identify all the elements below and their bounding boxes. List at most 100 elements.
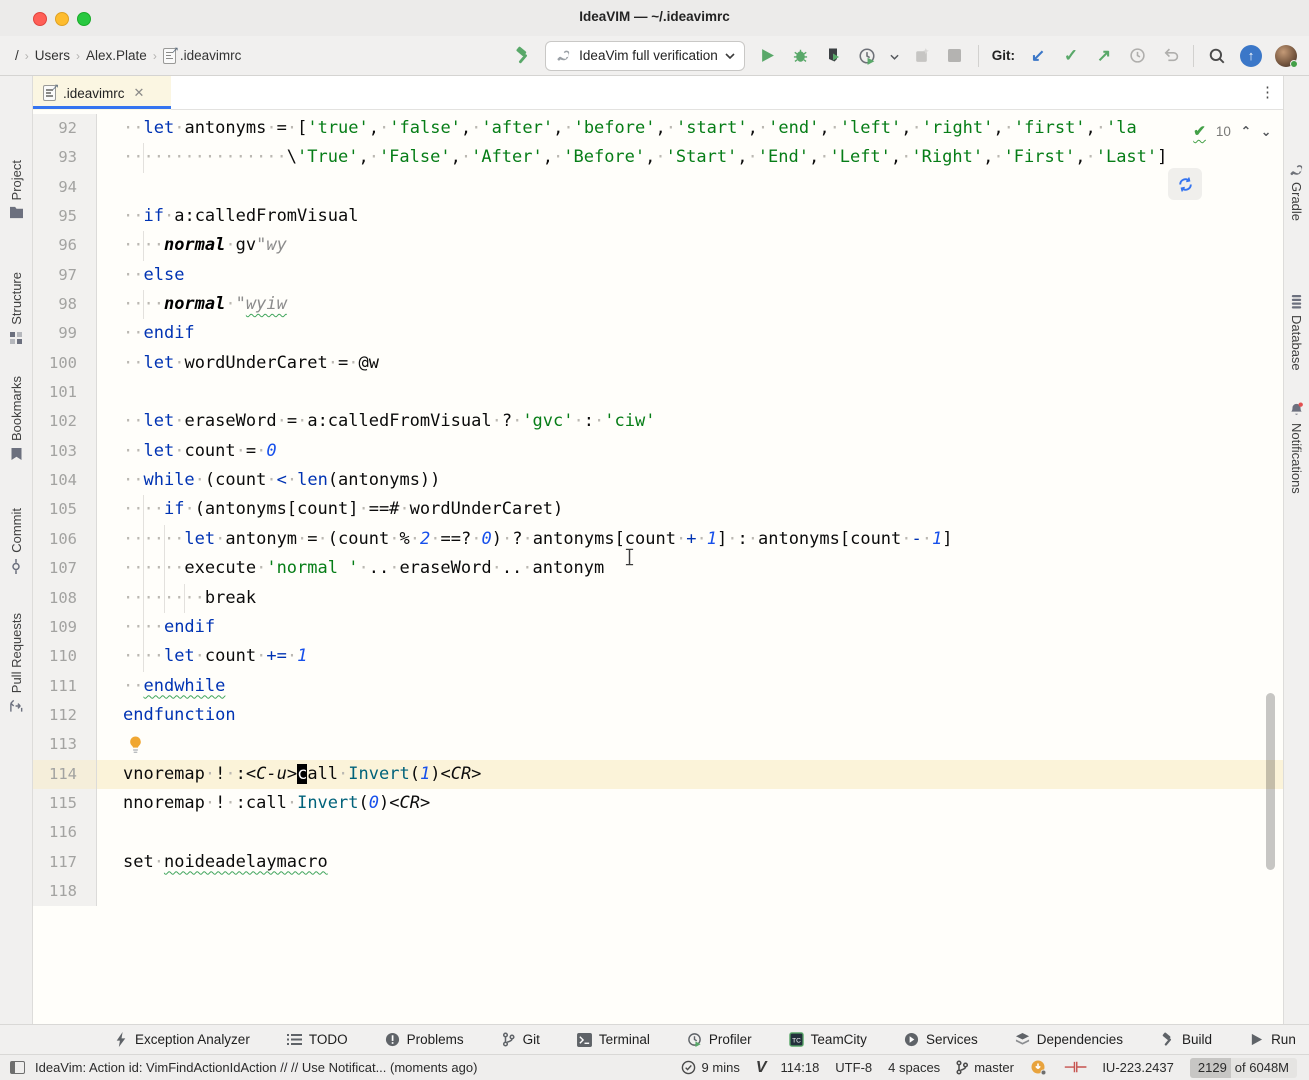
run-configuration-select[interactable]: IdeaVim full verification (545, 40, 745, 71)
breadcrumb-user-dir[interactable]: Alex.Plate (86, 48, 147, 63)
git-branch-widget[interactable]: master (956, 1060, 1014, 1075)
breadcrumb-users[interactable]: Users (35, 48, 70, 63)
code-line[interactable]: 105 ····if·(antonyms[count]·==#·wordUnder… (33, 495, 1283, 525)
code-line[interactable]: 111 ··endwhile (33, 671, 1283, 701)
layout-panels-icon[interactable] (10, 1061, 25, 1074)
code-token: ] (1157, 147, 1168, 168)
sync-status-icon[interactable] (1030, 1060, 1048, 1075)
sidebar-item-notifications[interactable]: Notifications (1284, 402, 1309, 494)
toolwindow-git[interactable]: Git (500, 1031, 540, 1048)
code-line[interactable]: 118 (33, 876, 1283, 907)
close-tab-icon[interactable]: ✕ (134, 85, 145, 101)
time-tracker-widget[interactable]: 9 mins (681, 1060, 740, 1075)
code-line[interactable]: 95 ··if·a:calledFromVisual (33, 202, 1283, 232)
history-button[interactable] (1127, 46, 1147, 66)
code-line[interactable]: 94 (33, 172, 1283, 203)
code-line[interactable]: 98 ····normal·"wyiw (33, 290, 1283, 320)
editor[interactable]: 92 ··let·antonyms·=·['true',·'false',·'af… (33, 110, 1283, 1024)
code-token: ! (215, 763, 226, 784)
code-line[interactable]: 104 ··while·(count·<·len(antonyms)) (33, 466, 1283, 496)
sidebar-item-database[interactable]: Database (1284, 294, 1309, 371)
code-line[interactable]: 100 ··let·wordUnderCaret·=·@w (33, 348, 1283, 379)
run-button[interactable] (758, 46, 778, 66)
line-number: 102 (33, 407, 97, 437)
code-line[interactable]: 109 ····endif (33, 612, 1283, 643)
toolwindow-todo[interactable]: TODO (286, 1031, 348, 1048)
online-status-dot (1290, 59, 1298, 68)
breadcrumb-root[interactable]: / (15, 48, 19, 63)
indent-guide (143, 612, 145, 643)
code-line[interactable]: 116 (33, 818, 1283, 848)
code-line[interactable]: 114 vnoremap·!·:<C-u>call·Invert(1)<CR> (33, 759, 1283, 789)
next-problem-chevron-icon[interactable]: ⌃ (1261, 124, 1271, 138)
code-line[interactable]: 117 set·noideadelaymacro (33, 847, 1283, 877)
intention-bulb-icon[interactable] (127, 735, 145, 755)
run-with-coverage-button[interactable] (824, 46, 844, 66)
ideavim-plugin-icon[interactable]: ⊣⊢ (1064, 1059, 1087, 1076)
code-line[interactable]: 107 ······execute·'normal '·..·eraseWord·… (33, 554, 1283, 584)
toolwindow-teamcity[interactable]: TC TeamCity (788, 1031, 867, 1048)
code-line[interactable]: 93 ················\'True',·'False',·'Aft… (33, 143, 1283, 173)
inspections-widget[interactable]: ✔ 10 ⌃ ⌃ (1185, 117, 1271, 145)
sidebar-item-commit[interactable]: Commit (0, 508, 32, 574)
code-line[interactable]: 92 ··let·antonyms·=·['true',·'false',·'af… (33, 114, 1283, 144)
sidebar-item-structure[interactable]: Structure (0, 272, 32, 345)
sidebar-item-bookmarks[interactable]: Bookmarks (0, 376, 32, 461)
encoding-widget[interactable]: UTF-8 (835, 1060, 872, 1075)
code-line[interactable]: 115 nnoremap·!·:call·Invert(0)<CR> (33, 788, 1283, 819)
git-push-button[interactable]: ↗ (1094, 46, 1114, 66)
vertical-scrollbar-thumb[interactable] (1266, 693, 1275, 870)
indent-guide (163, 524, 165, 555)
git-update-button[interactable]: ↙ (1028, 46, 1048, 66)
code-token: else (143, 264, 185, 285)
memory-indicator[interactable]: 2129 of 6048M (1189, 1057, 1297, 1078)
avatar[interactable] (1275, 44, 1298, 68)
code-line[interactable]: 112 endfunction (33, 700, 1283, 731)
caret-position-widget[interactable]: V 114:18 (756, 1059, 819, 1077)
toolwindow-terminal[interactable]: Terminal (576, 1031, 650, 1048)
sidebar-item-gradle[interactable]: Gradle (1284, 164, 1309, 221)
indent-widget[interactable]: 4 spaces (888, 1060, 940, 1075)
code-line[interactable]: 108 ········break (33, 583, 1283, 613)
toolwindow-build[interactable]: Build (1159, 1031, 1212, 1048)
toolwindow-run[interactable]: Run (1248, 1031, 1296, 1048)
profiler-button[interactable] (857, 46, 877, 66)
code-token: endif (163, 616, 216, 637)
code-line[interactable]: 101 (33, 378, 1283, 408)
code-line[interactable]: 97 ··else (33, 260, 1283, 291)
tab-options-kebab-icon[interactable]: ⋮ (1260, 83, 1275, 101)
code-line[interactable]: 99 ··endif (33, 319, 1283, 349)
code-line[interactable]: 96 ····normal·gv"wy (33, 231, 1283, 261)
toolwindow-exception-analyzer[interactable]: Exception Analyzer (112, 1031, 250, 1048)
code-line[interactable]: 102 ··let·eraseWord·=·a:calledFromVisual·… (33, 407, 1283, 437)
code-line[interactable]: 106 ······let·antonym·=·(count·%·2·==?·0)… (33, 524, 1283, 555)
toolwindow-dependencies[interactable]: Dependencies (1014, 1031, 1123, 1048)
indent-guide (143, 143, 145, 173)
sidebar-item-project[interactable]: Project (0, 160, 32, 219)
code-line[interactable]: 110 ····let·count·+=·1 (33, 642, 1283, 672)
git-commit-button[interactable]: ✓ (1061, 46, 1081, 66)
rollback-button[interactable] (1160, 46, 1180, 66)
reload-file-button[interactable] (1168, 168, 1202, 200)
ide-update-icon[interactable]: ↑ (1240, 44, 1262, 67)
build-hammer-icon[interactable] (512, 46, 532, 66)
toolwindow-profiler[interactable]: Profiler (686, 1031, 752, 1048)
debug-button[interactable] (791, 46, 811, 66)
code-line[interactable]: 113 (33, 730, 1283, 760)
code-token: 1 (706, 528, 717, 549)
code-line[interactable]: 103 ··let·count·=·0 (33, 436, 1283, 467)
tab-ideavimrc[interactable]: ↗ .ideavimrc ✕ (33, 76, 171, 110)
sidebar-item-pull-requests[interactable]: Pull Requests (0, 613, 32, 713)
profiler-dropdown-icon[interactable] (890, 47, 899, 65)
tab-label: .ideavimrc (63, 85, 125, 101)
code-token: , (890, 147, 902, 168)
code-token: let (163, 646, 195, 667)
search-everywhere-icon[interactable] (1207, 46, 1227, 66)
toolwindow-problems[interactable]: Problems (384, 1031, 464, 1048)
code-token: [ (297, 118, 308, 138)
code-area[interactable]: 92 ··let·antonyms·=·['true',·'false',·'af… (33, 114, 1283, 907)
toolwindow-services[interactable]: Services (903, 1031, 978, 1048)
prev-problem-chevron-icon[interactable]: ⌃ (1241, 124, 1251, 138)
breadcrumb-file[interactable]: .ideavimrc (180, 48, 242, 63)
code-token: , (645, 147, 656, 168)
